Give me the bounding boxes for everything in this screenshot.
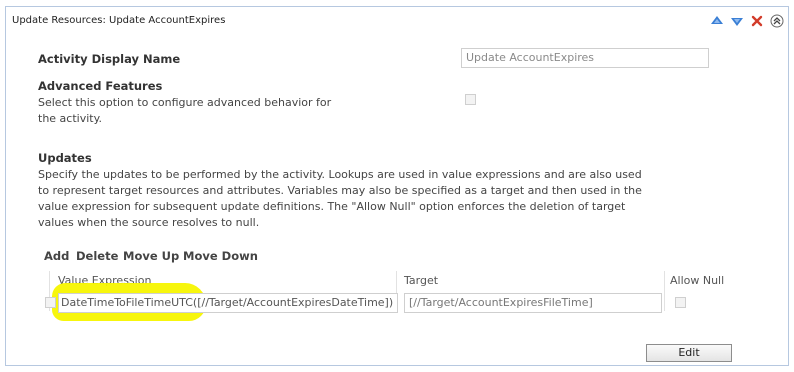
activity-display-name-input[interactable]: Update AccountExpires (461, 48, 709, 68)
advanced-features-label: Advanced Features (38, 79, 163, 93)
updates-description: Specify the updates to be performed by t… (38, 168, 642, 229)
delete-button[interactable]: Delete (76, 249, 118, 263)
advanced-features-checkbox[interactable] (465, 94, 476, 105)
panel-titlebar: Update Resources: Update AccountExpires (6, 7, 788, 35)
column-header-allow-null: Allow Null (670, 274, 725, 287)
row-select-checkbox[interactable] (45, 297, 56, 308)
move-down-icon[interactable] (730, 14, 744, 28)
target-input[interactable]: [//Target/AccountExpiresFileTime] (404, 293, 662, 313)
column-divider (664, 271, 665, 311)
collapse-icon[interactable] (770, 14, 784, 28)
panel-title: Update Resources: Update AccountExpires (12, 15, 226, 26)
panel-toolbar (704, 13, 784, 29)
add-button[interactable]: Add (44, 249, 69, 263)
advanced-features-description: Select this option to configure advanced… (38, 96, 332, 125)
move-up-icon[interactable] (710, 14, 724, 28)
allow-null-checkbox[interactable] (675, 297, 686, 308)
column-header-target: Target (404, 274, 439, 287)
move-down-button[interactable]: Move Down (183, 249, 258, 263)
value-expression-input[interactable]: DateTimeToFileTimeUTC([//Target/AccountE… (58, 293, 398, 313)
updates-label: Updates (38, 151, 92, 165)
delete-icon[interactable] (750, 14, 764, 28)
edit-button[interactable]: Edit (646, 344, 732, 362)
activity-display-name-label: Activity Display Name (38, 52, 181, 66)
move-up-button[interactable]: Move Up (123, 249, 179, 263)
